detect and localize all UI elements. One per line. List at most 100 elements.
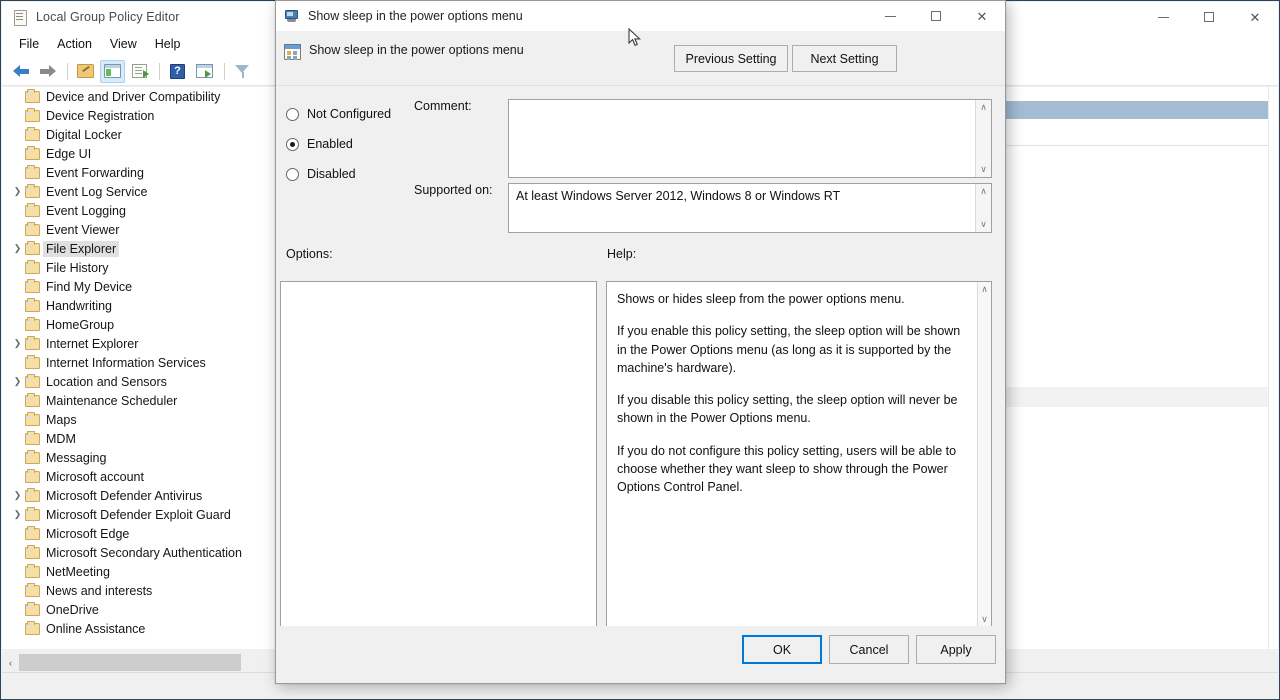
supported-on-label: Supported on:: [414, 183, 493, 197]
tree-item[interactable]: Event Viewer: [2, 220, 289, 239]
tree-item-label: Location and Sensors: [46, 375, 167, 389]
tree-item[interactable]: Device and Driver Compatibility: [2, 87, 289, 106]
export-list-button[interactable]: [127, 60, 152, 83]
tree-item[interactable]: ❯ Microsoft Defender Antivirus: [2, 486, 289, 505]
comment-value[interactable]: [509, 100, 975, 177]
tree-item[interactable]: Device Registration: [2, 106, 289, 125]
folder-icon: [25, 262, 40, 274]
tree-item[interactable]: Find My Device: [2, 277, 289, 296]
tree-item[interactable]: ❯Microsoft Defender Exploit Guard: [2, 505, 289, 524]
scroll-down-arrow-icon[interactable]: ∨: [980, 165, 987, 174]
tree-item[interactable]: NetMeeting: [2, 562, 289, 581]
dialog-maximize-button[interactable]: [913, 1, 959, 31]
mouse-cursor-icon: [628, 28, 642, 48]
radio-disabled[interactable]: Disabled: [286, 159, 414, 189]
scroll-down-arrow-icon[interactable]: ∨: [981, 615, 988, 624]
tree-item-label: Event Log Service: [46, 185, 147, 199]
dialog-title: Show sleep in the power options menu: [308, 9, 523, 23]
folder-icon: [25, 566, 40, 578]
main-window-title: Local Group Policy Editor: [36, 10, 180, 24]
menu-item-file[interactable]: File: [10, 34, 48, 54]
options-panel[interactable]: [280, 281, 597, 628]
folder-icon: [25, 414, 40, 426]
folder-icon: [25, 300, 40, 312]
apply-button[interactable]: Apply: [916, 635, 996, 664]
menu-item-action[interactable]: Action: [48, 34, 101, 54]
previous-setting-button[interactable]: Previous Setting: [674, 45, 788, 72]
tree-item[interactable]: Maps: [2, 410, 289, 429]
supported-on-scrollbar[interactable]: ∧ ∨: [975, 184, 991, 232]
filter-button[interactable]: [230, 60, 255, 83]
ok-button[interactable]: OK: [742, 635, 822, 664]
policy-setting-dialog: Show sleep in the power options menu ✕ S…: [275, 0, 1006, 684]
menu-item-view[interactable]: View: [101, 34, 146, 54]
tree-item[interactable]: Microsoft Secondary Authentication: [2, 543, 289, 562]
tree-item[interactable]: Digital Locker: [2, 125, 289, 144]
chevron-right-icon[interactable]: ❯: [10, 490, 25, 501]
cancel-button[interactable]: Cancel: [829, 635, 909, 664]
show-hide-action-pane-button[interactable]: [192, 60, 217, 83]
tree-item[interactable]: Event Logging: [2, 201, 289, 220]
chevron-right-icon[interactable]: ❯: [10, 186, 25, 197]
tree-item[interactable]: HomeGroup: [2, 315, 289, 334]
tree-item[interactable]: News and interests: [2, 581, 289, 600]
next-setting-button[interactable]: Next Setting: [792, 45, 897, 72]
help-button[interactable]: ?: [165, 60, 190, 83]
tree-item[interactable]: ❯ Event Log Service: [2, 182, 289, 201]
tree-item-label: Event Logging: [46, 204, 126, 218]
chevron-right-icon[interactable]: ❯: [10, 509, 25, 520]
tree-item[interactable]: Microsoft Edge: [2, 524, 289, 543]
minimize-button[interactable]: [1140, 2, 1186, 32]
scroll-up-arrow-icon[interactable]: ∧: [980, 103, 987, 112]
comment-scrollbar[interactable]: ∧ ∨: [975, 100, 991, 177]
tree-item-label: Digital Locker: [46, 128, 122, 142]
help-panel: Shows or hides sleep from the power opti…: [606, 281, 992, 628]
chevron-right-icon[interactable]: ❯: [10, 338, 25, 349]
radio-enabled[interactable]: Enabled: [286, 129, 414, 159]
show-hide-console-tree-button[interactable]: [100, 60, 125, 83]
tree-item-label: Handwriting: [46, 299, 112, 313]
tree-item[interactable]: MDM: [2, 429, 289, 448]
help-scrollbar[interactable]: ∧ ∨: [977, 282, 991, 627]
folder-icon: [25, 167, 40, 179]
tree-item[interactable]: Messaging: [2, 448, 289, 467]
tree-item-label: Microsoft Defender Antivirus: [46, 489, 202, 503]
scroll-up-arrow-icon[interactable]: ∧: [981, 285, 988, 294]
tree-item[interactable]: Online Assistance: [2, 619, 289, 638]
tree-item[interactable]: Handwriting: [2, 296, 289, 315]
help-text-content: Shows or hides sleep from the power opti…: [607, 282, 977, 627]
scroll-up-arrow-icon[interactable]: ∧: [980, 187, 987, 196]
tree-item[interactable]: ❯Internet Explorer: [2, 334, 289, 353]
tree-item-label: Microsoft Edge: [46, 527, 129, 541]
tree-item[interactable]: Maintenance Scheduler: [2, 391, 289, 410]
radio-circle-icon: [286, 168, 299, 181]
tree-item[interactable]: Microsoft account: [2, 467, 289, 486]
chevron-right-icon[interactable]: ❯: [10, 376, 25, 387]
menu-item-help[interactable]: Help: [146, 34, 190, 54]
list-vertical-scrollbar[interactable]: [1268, 87, 1278, 649]
chevron-right-icon[interactable]: ❯: [10, 243, 25, 254]
tree-hscroll-thumb[interactable]: [19, 654, 241, 671]
scroll-down-arrow-icon[interactable]: ∨: [980, 220, 987, 229]
dialog-minimize-button[interactable]: [867, 1, 913, 31]
tree-item[interactable]: Event Forwarding: [2, 163, 289, 182]
tree-item[interactable]: Internet Information Services: [2, 353, 289, 372]
tree-item[interactable]: ❯File Explorer: [2, 239, 289, 258]
comment-field[interactable]: ∧ ∨: [508, 99, 992, 178]
maximize-button[interactable]: [1186, 2, 1232, 32]
dialog-close-button[interactable]: ✕: [959, 1, 1005, 31]
tree-item[interactable]: OneDrive: [2, 600, 289, 619]
back-button[interactable]: [8, 60, 33, 83]
tree-item[interactable]: Edge UI: [2, 144, 289, 163]
forward-button[interactable]: [35, 60, 60, 83]
radio-not-configured[interactable]: Not Configured: [286, 99, 414, 129]
up-one-level-button[interactable]: [73, 60, 98, 83]
tree-item[interactable]: ❯ Location and Sensors: [2, 372, 289, 391]
tree-horizontal-scrollbar[interactable]: ‹: [2, 654, 290, 671]
scroll-left-arrow-icon[interactable]: ‹: [2, 658, 19, 668]
options-label: Options:: [286, 247, 333, 261]
close-button[interactable]: ✕: [1232, 2, 1278, 32]
tree-item[interactable]: File History: [2, 258, 289, 277]
console-tree-pane[interactable]: Device and Driver CompatibilityDevice Re…: [2, 87, 290, 649]
dialog-title-bar[interactable]: Show sleep in the power options menu ✕: [276, 1, 1005, 31]
